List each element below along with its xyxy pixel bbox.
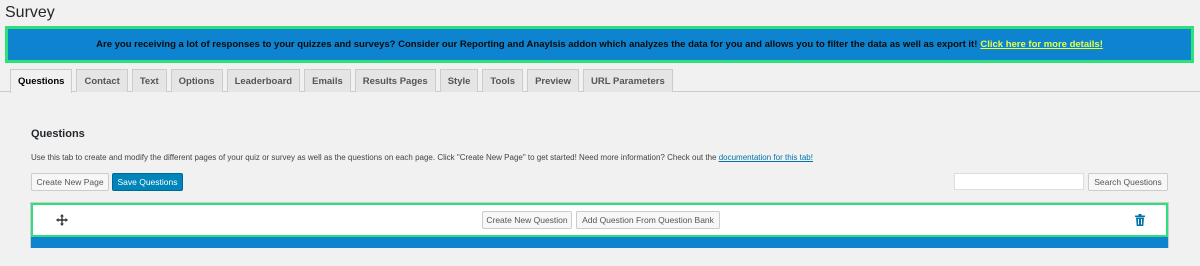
save-questions-button[interactable]: Save Questions [112,173,183,191]
tab-contact[interactable]: Contact [76,69,128,92]
banner-details-link[interactable]: Click here for more details! [980,39,1102,50]
documentation-link[interactable]: documentation for this tab! [719,153,813,162]
quiz-page-container: Create New Question Add Question From Qu… [30,202,1169,248]
tab-url-parameters[interactable]: URL Parameters [582,69,673,92]
page-highlight-bar [31,235,1168,248]
tab-leaderboard[interactable]: Leaderboard [226,69,301,92]
search-questions-input[interactable] [954,173,1084,190]
move-icon[interactable] [56,214,68,226]
tab-emails[interactable]: Emails [304,69,351,92]
create-new-question-button[interactable]: Create New Question [482,211,572,229]
settings-tabs: Questions Contact Text Options Leaderboa… [10,69,673,93]
search-questions-button[interactable]: Search Questions [1088,173,1168,191]
page-toolbar: Create New Question Add Question From Qu… [31,203,1168,235]
page-title: Survey [5,4,55,21]
banner-text: Are you receiving a lot of responses to … [96,39,978,50]
questions-description: Use this tab to create and modify the di… [31,153,813,162]
create-new-page-button[interactable]: Create New Page [31,173,109,191]
tab-questions[interactable]: Questions [10,69,73,93]
tab-tools[interactable]: Tools [482,69,524,92]
add-question-from-bank-button[interactable]: Add Question From Question Bank [576,211,720,229]
addon-promo-banner: Are you receiving a lot of responses to … [5,26,1194,63]
tab-style[interactable]: Style [439,69,479,92]
trash-icon[interactable] [1135,214,1145,226]
questions-section-title: Questions [31,128,85,140]
description-text: Use this tab to create and modify the di… [31,153,717,162]
tab-results-pages[interactable]: Results Pages [354,69,436,92]
tab-preview[interactable]: Preview [527,69,579,92]
tab-options[interactable]: Options [170,69,223,92]
tab-text[interactable]: Text [131,69,167,92]
